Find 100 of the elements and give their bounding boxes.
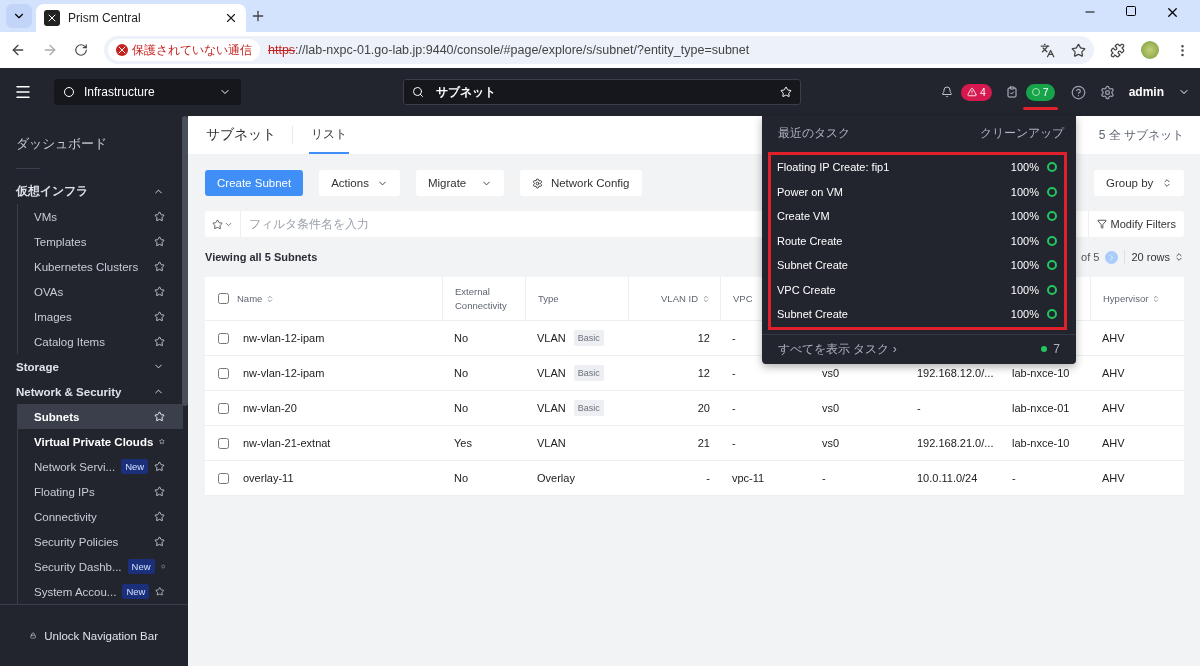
sidebar-item[interactable]: OVAs — [18, 279, 183, 304]
tasks-icon[interactable] — [1005, 86, 1018, 98]
star-icon[interactable] — [160, 561, 165, 572]
star-icon[interactable] — [154, 536, 165, 547]
hypervisor-cell: AHV — [1102, 472, 1125, 484]
task-name[interactable]: Subnet Create — [777, 259, 1003, 272]
sidebar-item[interactable]: Templates — [18, 229, 183, 254]
column-header[interactable]: VPC — [733, 291, 753, 306]
task-name[interactable]: Power on VM — [777, 185, 1003, 198]
sidebar-item[interactable]: Security Policies — [18, 529, 183, 554]
puzzle-icon[interactable] — [1110, 42, 1125, 58]
type-cell: VLAN — [537, 367, 566, 379]
translate-icon[interactable] — [1040, 42, 1055, 58]
column-header[interactable]: VLAN ID — [661, 291, 698, 306]
maximize-icon[interactable] — [1125, 4, 1137, 17]
name-cell[interactable]: nw-vlan-21-extnat — [243, 437, 331, 449]
sidebar-item[interactable]: Subnets — [18, 404, 183, 429]
group-by-dropdown[interactable]: Group by — [1094, 170, 1184, 196]
actions-dropdown[interactable]: Actions — [319, 170, 400, 196]
sidebar-item[interactable]: VMs — [18, 204, 183, 229]
star-icon[interactable] — [154, 336, 165, 347]
warning-icon — [116, 44, 128, 56]
select-all-checkbox[interactable] — [218, 293, 229, 304]
favorites-dropdown[interactable] — [205, 211, 241, 237]
search-field[interactable]: サブネット — [403, 79, 801, 105]
sidebar-item[interactable]: Floating IPs — [18, 479, 183, 504]
address-field[interactable]: 保護されていない通信 https://lab-nxpc-01.go-lab.jp:9440/console/#page/explore/s/subnet/?entity_type=subnet — [104, 36, 1094, 64]
star-icon[interactable] — [154, 511, 165, 522]
star-icon[interactable] — [154, 211, 165, 222]
bookmark-star-icon[interactable] — [1071, 42, 1086, 58]
bell-icon[interactable] — [940, 86, 953, 98]
user-menu[interactable]: admin — [1128, 85, 1164, 99]
sidebar-item[interactable]: Catalog Items — [18, 329, 183, 354]
row-checkbox[interactable] — [218, 472, 229, 484]
star-icon[interactable] — [154, 236, 165, 247]
rows-per-page-dropdown[interactable]: 20 rows — [1131, 251, 1184, 263]
migrate-dropdown[interactable]: Migrate — [415, 170, 504, 196]
name-cell[interactable]: overlay-11 — [243, 472, 294, 484]
help-icon[interactable] — [1070, 84, 1086, 100]
type-tag: Basic — [573, 400, 604, 416]
app-selector[interactable]: Infrastructure — [54, 79, 241, 105]
column-header[interactable]: Name — [237, 291, 263, 306]
row-checkbox[interactable] — [218, 402, 229, 414]
sidebar-item[interactable]: Connectivity — [18, 504, 183, 529]
column-header[interactable]: Type — [538, 291, 559, 306]
star-icon[interactable] — [154, 261, 165, 272]
status-ring-icon — [1047, 186, 1057, 197]
sidebar-section[interactable]: Network & Security — [0, 379, 182, 404]
task-name[interactable]: Create VM — [777, 210, 1003, 223]
sidebar-item[interactable]: ダッシュボード — [0, 116, 180, 168]
sidebar-section[interactable]: Storage — [0, 354, 182, 379]
sidebar-item[interactable]: System Accou... New — [18, 579, 183, 604]
tab-list-button[interactable] — [6, 4, 32, 28]
column-header[interactable]: Hypervisor — [1103, 291, 1149, 306]
back-icon[interactable] — [10, 42, 26, 58]
browser-tab[interactable]: Prism Central — [36, 4, 246, 32]
star-icon[interactable] — [155, 586, 165, 597]
star-icon[interactable] — [154, 311, 165, 322]
new-tab-button[interactable] — [250, 8, 266, 24]
task-name[interactable]: Route Create — [777, 234, 1003, 247]
cell: lab-nxce-10 — [1012, 367, 1070, 379]
task-name[interactable]: Floating IP Create: fip1 — [777, 161, 1003, 174]
task-name[interactable]: Subnet Create — [777, 308, 1003, 321]
menu-icon[interactable] — [14, 83, 32, 101]
view-all-tasks-link[interactable]: すべてを表示 タスク › — [778, 340, 897, 358]
star-icon[interactable] — [154, 286, 165, 297]
name-cell[interactable]: nw-vlan-12-ipam — [243, 332, 325, 344]
row-checkbox[interactable] — [218, 332, 229, 344]
sidebar-item[interactable]: Network Servi... New — [18, 454, 183, 479]
star-icon[interactable] — [154, 461, 165, 472]
modify-filters-button[interactable]: Modify Filters — [1087, 211, 1184, 237]
page-title: サブネット — [206, 126, 293, 144]
row-checkbox[interactable] — [218, 437, 229, 449]
alerts-badge[interactable]: 4 — [960, 83, 992, 101]
star-icon[interactable] — [154, 486, 165, 497]
cell: vs0 — [822, 402, 840, 414]
task-count: 7 — [1053, 342, 1060, 356]
settings-icon[interactable] — [1099, 84, 1115, 100]
view-tab[interactable]: リスト — [309, 116, 349, 154]
sidebar-item[interactable]: Security Dashb... New — [18, 554, 183, 579]
unlock-nav-button[interactable]: Unlock Navigation Bar — [0, 604, 188, 666]
column-header[interactable]: External Connectivity — [455, 285, 519, 312]
task-name[interactable]: VPC Create — [777, 283, 1003, 296]
sidebar-item[interactable]: Virtual Private Clouds — [18, 429, 183, 454]
cell: lab-nxce-01 — [1012, 402, 1070, 414]
row-checkbox[interactable] — [218, 367, 229, 379]
cleanup-link[interactable]: クリーンアップ — [980, 124, 1064, 142]
vlan-cell: 21 — [697, 437, 710, 449]
name-cell[interactable]: nw-vlan-20 — [243, 402, 297, 414]
star-icon[interactable] — [159, 436, 165, 447]
sidebar-section[interactable]: 仮想インフラ — [0, 179, 182, 204]
name-cell[interactable]: nw-vlan-12-ipam — [243, 367, 325, 379]
sidebar-item[interactable]: Images — [18, 304, 183, 329]
sidebar-item[interactable]: Kubernetes Clusters — [18, 254, 183, 279]
security-chip[interactable]: 保護されていない通信 — [108, 39, 260, 61]
star-icon — [212, 218, 223, 230]
network-config-button[interactable]: Network Config — [519, 170, 642, 196]
reload-icon[interactable] — [74, 43, 88, 57]
hypervisor-cell: AHV — [1102, 367, 1125, 379]
close-icon[interactable] — [224, 11, 238, 25]
